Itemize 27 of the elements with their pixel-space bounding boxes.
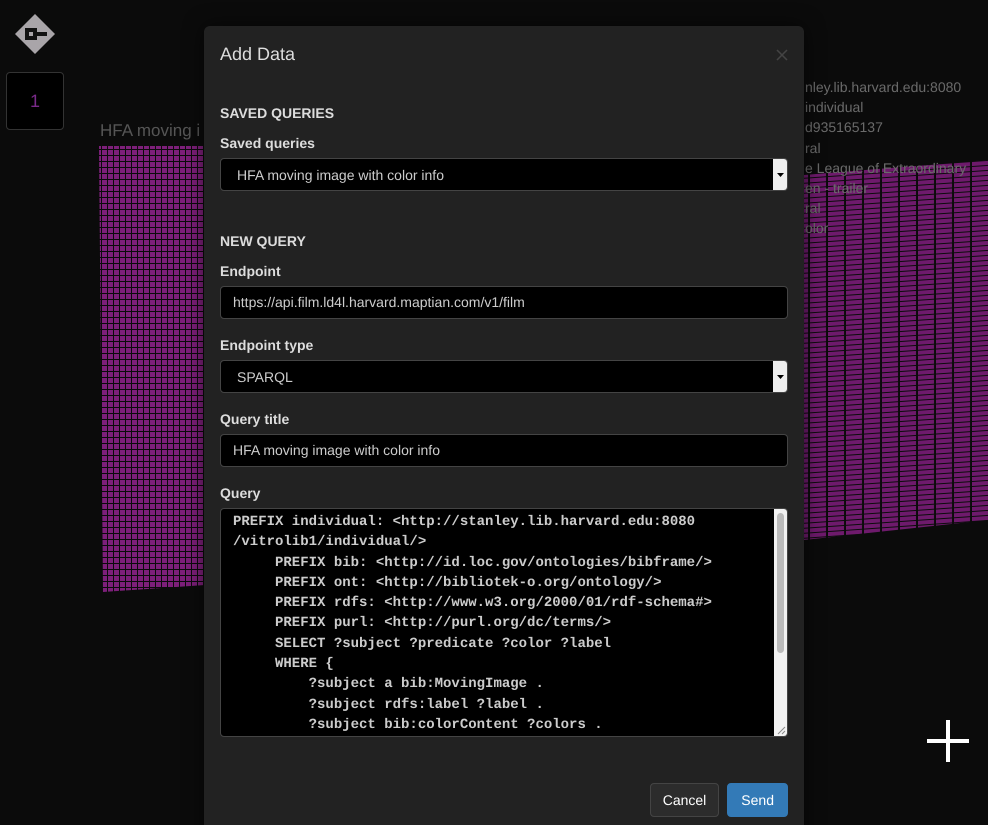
dropdown[interactable]: HFA moving image with color info [220,158,788,191]
scrollbar-thumb[interactable] [777,513,784,653]
caret-icon [776,374,784,378]
info-text: d935165137 [805,118,884,138]
dataset-label: HFA moving i [100,121,200,141]
logo-icon[interactable] [14,13,56,55]
input-field[interactable]: HFA moving image with color info [220,434,788,467]
field-label: Endpoint [220,263,281,279]
info-text: ral [805,138,822,158]
section-heading: SAVED QUERIES [220,105,336,121]
info-text: individual [805,98,864,118]
dropdown[interactable]: SPARQL [220,360,788,393]
section-heading: NEW QUERY [220,233,307,249]
resize-grip-icon[interactable] [776,725,786,735]
field-label: Query title [220,411,290,427]
add-icon[interactable] [927,720,969,762]
query-field[interactable]: PREFIX individual: <http://stanley.lib.harvard.edu:8080 /vitrolib1/individual/> PREFIX bib: <http://id.loc.gov/ontologies/bibframe/> PREFIX ont: <http://bibliotek-o.org/ontology/> PREFIX rdfs: <http://www.w3.org/2000/01/rdf-schema#> PREFIX purl: <http://purl.org/dc/terms/> SELECT ?subject ?predicate ?color ?label WHERE { ?subject a bib:MovingImage . ?subject rdfs:label ?label . ?subject bib:colorContent ?colors . [220,508,788,737]
send-button[interactable]: Send [727,783,788,817]
field-label: Endpoint type [220,337,314,353]
input-field[interactable]: https://api.film.ld4l.harvard.maptian.com/v1/film [220,286,788,319]
field-label: Query [220,485,260,501]
field-label: Saved queries [220,135,315,151]
dialog-title: Add Data [220,44,296,65]
caret-icon [776,172,784,176]
cancel-button[interactable]: Cancel [650,783,720,817]
info-text: nley.lib.harvard.edu:8080 [805,78,962,97]
close-icon[interactable] [776,48,788,60]
